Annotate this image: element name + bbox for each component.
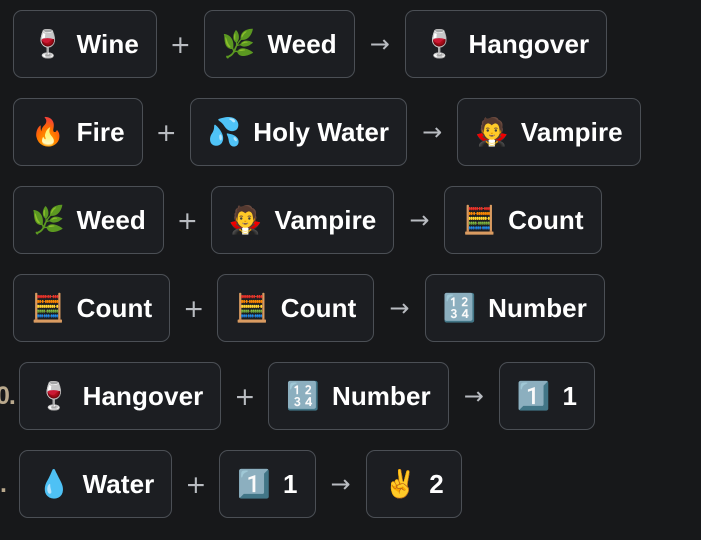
input-numbers-icon: 🔢 xyxy=(286,380,320,412)
recipe-chip-output[interactable]: 🧛 Vampire xyxy=(457,98,641,166)
recipe-chip-label: Vampire xyxy=(274,205,377,235)
recipe-chip-input_b[interactable]: 1️⃣ 1 xyxy=(219,450,316,518)
droplet-icon: 💧 xyxy=(37,468,71,500)
recipe-chip-label: Number xyxy=(331,381,431,411)
recipe-chip-input_a[interactable]: 🍷 Hangover xyxy=(19,362,222,430)
wine-glass-icon: 🍷 xyxy=(31,28,65,60)
recipe-list: 🍷 Wine + 🌿 Weed → 🍷 Hangover 🔥 Fire + 💦 Holy Water → 🧛… xyxy=(0,0,701,540)
recipe-chip-output[interactable]: 🔢 Number xyxy=(424,274,605,342)
plus-operator-icon: + xyxy=(234,381,256,411)
recipe-row: 🧮 Count + 🧮 Count → 🔢 Number xyxy=(0,264,701,352)
recipe-chip-label: Fire xyxy=(76,117,125,147)
recipe-chip-input_a[interactable]: 🍷 Wine xyxy=(13,10,157,78)
recipe-chip-input_a[interactable]: 💧 Water xyxy=(19,450,173,518)
recipe-chip-label: Weed xyxy=(267,29,337,59)
recipe-chip-output[interactable]: 1️⃣ 1 xyxy=(498,362,596,430)
sweat-droplets-icon: 💦 xyxy=(207,116,242,148)
recipe-chip-label: 1 xyxy=(282,469,298,499)
herb-icon: 🌿 xyxy=(221,28,256,60)
recipe-chip-label: 1 xyxy=(562,381,578,411)
keycap-one-icon: 1️⃣ xyxy=(516,380,551,412)
recipe-chip-input_b[interactable]: 🌿 Weed xyxy=(203,10,355,78)
recipe-chip-input_a[interactable]: 🔥 Fire xyxy=(13,98,143,166)
plus-operator-icon: + xyxy=(155,117,177,147)
fire-icon: 🔥 xyxy=(31,116,65,148)
input-numbers-icon: 🔢 xyxy=(442,292,477,324)
recipe-chip-label: Count xyxy=(76,293,153,323)
herb-icon: 🌿 xyxy=(31,204,65,236)
recipe-chip-input_b[interactable]: 🔢 Number xyxy=(268,362,449,430)
recipe-chip-label: Wine xyxy=(76,29,139,59)
wine-glass-icon: 🍷 xyxy=(422,28,457,60)
recipe-chip-output[interactable]: 🧮 Count xyxy=(444,186,602,254)
recipe-row: 🍷 Wine + 🌿 Weed → 🍷 Hangover xyxy=(0,0,701,88)
recipe-chip-label: Count xyxy=(508,205,584,235)
recipe-chip-label: Hangover xyxy=(82,381,204,411)
recipe-chip-label: Number xyxy=(488,293,587,323)
arrow-operator-icon: → xyxy=(409,206,430,234)
list-marker: 0. xyxy=(0,383,16,409)
abacus-icon: 🧮 xyxy=(235,292,269,324)
arrow-operator-icon: → xyxy=(369,30,390,58)
recipe-chip-label: Holy Water xyxy=(253,117,390,147)
recipe-chip-label: 2 xyxy=(429,469,444,499)
recipe-chip-label: Weed xyxy=(76,205,146,235)
recipe-chip-output[interactable]: ✌️ 2 xyxy=(365,450,462,518)
recipe-chip-label: Water xyxy=(82,469,155,499)
recipe-chip-label: Hangover xyxy=(468,29,590,59)
recipe-row: 🔥 Fire + 💦 Holy Water → 🧛 Vampire xyxy=(0,88,701,176)
arrow-operator-icon: → xyxy=(389,294,410,322)
recipe-chip-output[interactable]: 🍷 Hangover xyxy=(404,10,608,78)
abacus-icon: 🧮 xyxy=(31,292,65,324)
abacus-icon: 🧮 xyxy=(462,204,497,236)
recipe-chip-input_b[interactable]: 🧛 Vampire xyxy=(210,186,395,254)
arrow-operator-icon: → xyxy=(463,382,484,410)
victory-hand-icon: ✌️ xyxy=(383,468,418,500)
recipe-row: . 💧 Water +1️⃣ 1 → ✌️ 2 xyxy=(0,440,701,528)
plus-operator-icon: + xyxy=(185,469,207,499)
vampire-icon: 🧛 xyxy=(475,116,509,148)
arrow-operator-icon: → xyxy=(422,118,443,146)
recipe-row: 0. 🍷 Hangover + 🔢 Number → 1️⃣ 1 xyxy=(0,352,701,440)
plus-operator-icon: + xyxy=(176,205,198,235)
plus-operator-icon: + xyxy=(169,29,191,59)
list-marker: . xyxy=(0,471,7,497)
vampire-icon: 🧛 xyxy=(228,204,263,236)
recipe-chip-label: Vampire xyxy=(520,117,623,147)
recipe-row: 🌿 Weed + 🧛 Vampire → 🧮 Count xyxy=(0,176,701,264)
arrow-operator-icon: → xyxy=(330,470,351,498)
wine-glass-icon: 🍷 xyxy=(37,380,71,412)
recipe-chip-input_b[interactable]: 💦 Holy Water xyxy=(189,98,408,166)
recipe-chip-input_b[interactable]: 🧮 Count xyxy=(217,274,375,342)
recipe-chip-input_a[interactable]: 🌿 Weed xyxy=(13,186,164,254)
plus-operator-icon: + xyxy=(183,293,205,323)
recipe-chip-input_a[interactable]: 🧮 Count xyxy=(13,274,171,342)
recipe-chip-label: Count xyxy=(280,293,357,323)
keycap-one-icon: 1️⃣ xyxy=(237,468,271,500)
